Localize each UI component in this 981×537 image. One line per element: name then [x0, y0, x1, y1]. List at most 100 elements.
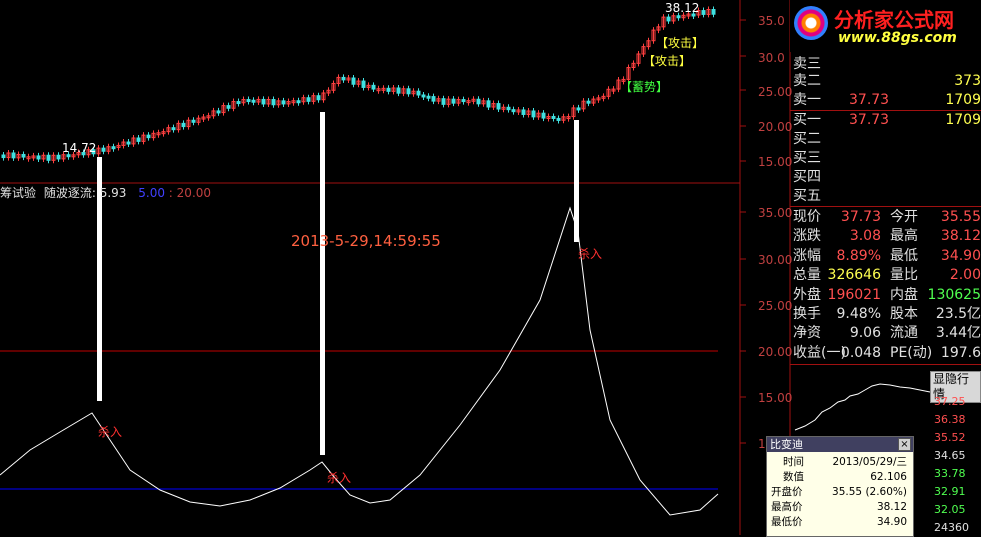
candle-body: [486, 100, 491, 108]
candle-body: [236, 101, 241, 105]
y-tick: 30.00: [758, 253, 793, 267]
candle-body: [21, 153, 26, 158]
quote-v1: 9.48%: [836, 306, 881, 322]
quote-v2: 38.12: [940, 228, 981, 245]
indicator-params: 随波逐流: 5.93: [43, 186, 127, 200]
signal-attack-2: 【攻击】: [643, 54, 692, 68]
quote-l1: 现价: [793, 209, 821, 225]
candle-body: [496, 103, 501, 110]
candle-body: [406, 88, 411, 95]
quote-l2: 流通: [890, 325, 918, 342]
quote-v2: 130625: [927, 286, 981, 303]
quote-l2: 最高: [890, 228, 918, 245]
candle-body: [296, 100, 301, 104]
popup-row: 时间 2013/05/29/三: [783, 456, 907, 468]
candle-body: [576, 107, 581, 111]
price-low-label: 14.72: [62, 141, 97, 155]
candle-body: [441, 98, 446, 105]
candle-body: [306, 97, 311, 102]
candle-body: [541, 112, 546, 119]
quote-l2: 股本: [890, 306, 918, 322]
candle-body: [476, 98, 481, 105]
signal-bar: [574, 120, 579, 242]
y-tick: 25.00: [758, 299, 793, 313]
candle-body: [531, 110, 536, 118]
quote-l1: 外盘: [793, 286, 821, 303]
bid-row[interactable]: 买三: [793, 149, 981, 168]
candle-body: [171, 127, 176, 131]
candle-body: [281, 100, 286, 105]
candle-body: [666, 16, 671, 22]
y-tick: 15.00: [758, 391, 793, 405]
y-tick: 35.00: [758, 206, 793, 220]
indicator-title: 筹试验: [0, 186, 37, 200]
candle-body: [371, 84, 376, 90]
candle-body: [136, 137, 141, 142]
candle-body: [386, 87, 391, 92]
quote-v2: 197.6: [940, 344, 981, 361]
candle-body: [451, 98, 456, 104]
bid-row[interactable]: 买五: [793, 187, 981, 206]
bid-row[interactable]: 买四: [793, 168, 981, 187]
mini-y-tick: 37.25: [934, 395, 966, 408]
popup-row: 数值 62.106: [783, 471, 907, 483]
quote-v1: 9.06: [849, 325, 881, 342]
quote-row: 现价 37.73 今开 35.55: [793, 208, 981, 227]
candle-body: [101, 147, 106, 152]
mini-y-tick: 33.78: [934, 467, 966, 480]
indicator-level-low: 5.00: [138, 186, 165, 200]
quote-row: 外盘 196021 内盘 130625: [793, 286, 981, 305]
bid-row[interactable]: 买一 37.73 1709: [793, 111, 981, 130]
candle-body: [361, 80, 366, 88]
quote-v2: 23.5亿: [935, 306, 981, 322]
candle-body: [506, 106, 511, 111]
y-tick: 1: [758, 437, 766, 451]
candle-body: [246, 99, 251, 103]
candle-body: [191, 119, 196, 123]
y-tick: 25.00: [758, 85, 793, 99]
candle-body: [126, 141, 131, 145]
ask-row[interactable]: 卖一 37.73 1709: [793, 91, 981, 110]
quote-row: 换手 9.48% 股本 23.5亿: [793, 305, 981, 324]
candle-body: [351, 77, 356, 85]
y-tick: 15.00: [758, 155, 793, 169]
quote-l2: 量比: [890, 267, 918, 284]
close-icon[interactable]: ×: [898, 438, 911, 451]
quote-l2: 内盘: [890, 286, 918, 303]
quote-v2: 34.90: [940, 247, 981, 264]
candle-body: [701, 10, 706, 15]
popup-row: 开盘价 35.55 (2.60%): [771, 486, 907, 498]
brand-name: 分析家公式网: [834, 8, 954, 32]
popup-titlebar[interactable]: 比变迪 ×: [767, 437, 913, 452]
quote-row: 涨幅 8.89% 最低 34.90: [793, 247, 981, 266]
candle-body: [216, 110, 221, 114]
data-popup[interactable]: 比变迪 × 时间 2013/05/29/三 数值 62.106 开盘价 35.55 (…: [766, 436, 914, 537]
brand-url[interactable]: www.88gs.com: [838, 30, 957, 46]
quote-v1: 0.048: [840, 344, 881, 361]
candle-body: [521, 109, 526, 115]
bid-row[interactable]: 买二: [793, 130, 981, 149]
candle-body: [711, 9, 716, 15]
indicator-header: 筹试验 随波逐流: 5.93 5.00 : 20.00: [0, 186, 212, 200]
candle-body: [46, 154, 51, 161]
quote-divider: [790, 364, 981, 365]
candle-body: [416, 90, 421, 96]
candle-body: [426, 95, 431, 99]
buy-signal-label: 杀入: [578, 247, 603, 261]
quote-l1: 总量: [793, 267, 821, 284]
quote-v1: 196021: [827, 286, 881, 303]
popup-row: 最低价 34.90: [771, 516, 907, 528]
candle-body: [226, 105, 231, 109]
candle-body: [146, 134, 151, 139]
quote-v1: 37.73: [840, 209, 881, 225]
candle-body: [36, 155, 41, 160]
quote-v2: 35.55: [940, 209, 981, 225]
quote-v2: 2.00: [949, 267, 981, 284]
ask-row[interactable]: 卖二 373: [793, 72, 981, 91]
quote-v1: 326646: [827, 267, 881, 284]
popup-title: 比变迪: [770, 438, 803, 451]
signal-accumulate: 【蓄势】: [620, 80, 669, 94]
signal-attack-1: 【攻击】: [656, 36, 705, 50]
candle-body: [396, 87, 401, 94]
quote-l2: 今开: [890, 209, 918, 225]
